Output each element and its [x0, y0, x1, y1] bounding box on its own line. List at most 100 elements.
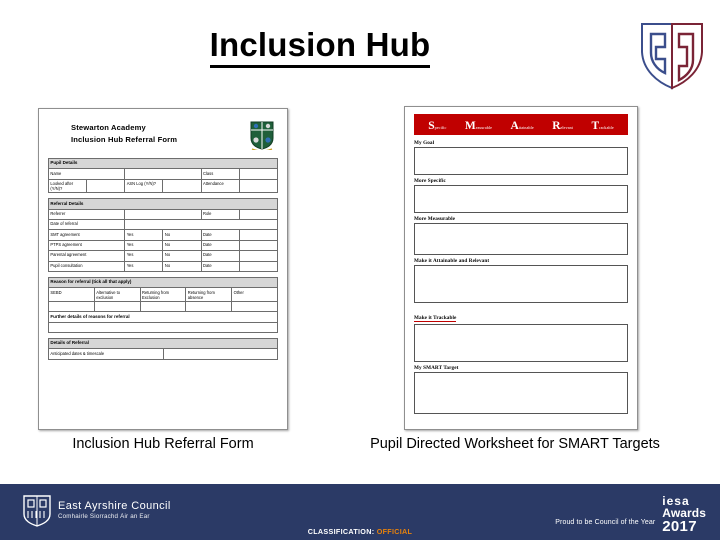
table-row: Date of referral	[47, 219, 278, 231]
field-attainable-relevant: Make it Attainable and Relevant	[414, 258, 628, 303]
east-ayrshire-council-logo: East Ayrshire Council Comhairle Siorrach…	[22, 494, 171, 527]
section-heading: Reason for referral (tick all that apply…	[48, 276, 278, 289]
field-input[interactable]	[414, 324, 628, 362]
cell-no[interactable]: No	[162, 229, 202, 241]
table-row	[48, 300, 278, 313]
east-ayrshire-shield-icon	[22, 494, 52, 527]
section-heading: Details of Referral	[48, 338, 278, 350]
table-row	[48, 321, 278, 334]
cell-input[interactable]	[238, 260, 279, 272]
cell-label: SMT agreement	[47, 229, 126, 241]
cell-no[interactable]: No	[162, 250, 202, 262]
tick-cell[interactable]	[185, 300, 233, 313]
smart-word-measurable: Measurable	[464, 119, 493, 132]
cell-no[interactable]: No	[162, 260, 202, 272]
table-row: PTPS agreement Yes No Date	[47, 239, 279, 252]
tick-cell[interactable]	[93, 300, 141, 313]
table-row: Looked after (Y/N)? ASN Log (Y/N)? Atten…	[47, 178, 279, 194]
caption-referral-form: Inclusion Hub Referral Form	[72, 436, 254, 452]
smart-word-relevant: Relevant	[552, 119, 574, 132]
cell-input[interactable]	[162, 178, 202, 194]
field-label: My Goal	[414, 140, 435, 146]
cell-yes[interactable]: Yes	[124, 239, 164, 252]
field-label: My SMART Target	[414, 365, 459, 371]
smart-worksheet-thumbnail[interactable]: Specific Measurable Attainable Relevant …	[404, 106, 638, 430]
subsection-heading: Further details of reasons for referral	[48, 311, 278, 323]
cell-input[interactable]	[238, 229, 279, 241]
field-label: More Specific	[414, 178, 446, 184]
cell-input[interactable]	[124, 219, 278, 231]
cell-label: PTPS agreement	[47, 239, 126, 252]
tick-cell[interactable]	[48, 300, 95, 313]
form-title: Inclusion Hub Referral Form	[71, 134, 178, 144]
referral-form-thumbnail[interactable]: Stewarton Academy Inclusion Hub Referral…	[38, 108, 288, 430]
cell-no[interactable]: No	[162, 239, 202, 252]
smart-word-trackable: Trackable	[591, 119, 614, 132]
tick-cell[interactable]	[139, 300, 187, 313]
classification-value: OFFICIAL	[376, 527, 413, 536]
cell-input[interactable]	[238, 178, 279, 194]
cell-input[interactable]	[162, 348, 278, 360]
cell-date-label: Date	[200, 250, 240, 262]
cell-date-label: Date	[200, 229, 240, 241]
stewarton-academy-crest-icon	[248, 120, 276, 152]
cell-label: Parental agreement	[47, 250, 126, 262]
column-header: Returning from absence	[185, 287, 233, 302]
cell-label: Anticipated dates & timescale	[48, 348, 164, 360]
referral-form-header: Stewarton Academy Inclusion Hub Referral…	[48, 118, 278, 158]
section-heading: Referral Details	[48, 198, 278, 210]
cell-yes[interactable]: Yes	[124, 260, 164, 272]
tick-cell[interactable]	[231, 300, 278, 313]
smart-word-attainable: Attainable	[510, 119, 534, 132]
cell-label: Role	[200, 208, 240, 221]
field-label: Make it Attainable and Relevant	[414, 258, 490, 264]
field-input[interactable]	[414, 223, 628, 255]
classification-label: CLASSIFICATION:	[307, 527, 375, 536]
table-row: Name Class	[47, 168, 279, 180]
slide-footer: East Ayrshire Council Comhairle Siorrach…	[0, 484, 720, 540]
field-more-measurable: More Measurable	[414, 216, 628, 255]
cell-input[interactable]	[124, 168, 202, 180]
cell-label: ASN Log (Y/N)?	[124, 178, 164, 194]
cell-label: Date of referral	[47, 219, 126, 231]
field-input[interactable]	[414, 185, 628, 213]
field-input[interactable]	[414, 265, 628, 303]
cell-input[interactable]	[238, 208, 279, 221]
referral-details-table: Referral Details Referrer Role Date of r…	[47, 198, 279, 272]
caption-smart-worksheet: Pupil Directed Worksheet for SMART Targe…	[370, 436, 660, 452]
field-more-specific: More Specific	[414, 178, 628, 213]
cell-yes[interactable]: Yes	[124, 229, 164, 241]
cell-input[interactable]	[238, 168, 279, 180]
table-header-row: SEBD Alternative to exclusion Returning …	[48, 287, 278, 302]
table-row: Referrer Role	[47, 208, 279, 221]
pupil-details-table: Pupil Details Name Class Looked after (Y…	[47, 157, 279, 194]
field-input[interactable]	[414, 372, 628, 414]
council-gaelic-name: Comhairle Siorrachd Àir an Ear	[58, 513, 150, 521]
field-input[interactable]	[414, 147, 628, 175]
field-my-smart-target: My SMART Target	[414, 365, 628, 414]
cell-date-label: Date	[200, 239, 240, 252]
details-of-referral-table: Details of Referral Anticipated dates & …	[48, 338, 278, 360]
council-name: East Ayrshire Council	[58, 500, 171, 513]
free-text-area[interactable]	[48, 321, 278, 334]
smart-word-specific: Specific	[428, 119, 447, 132]
cell-label: Name	[47, 168, 126, 180]
cell-label: Attendance	[200, 178, 240, 194]
column-header: Alternative to exclusion	[93, 287, 141, 302]
reason-for-referral-table: Reason for referral (tick all that apply…	[48, 276, 278, 334]
cell-input[interactable]	[238, 250, 279, 262]
cell-input[interactable]	[86, 178, 126, 194]
field-make-it-trackable: Make it Trackable	[414, 306, 628, 362]
page-title-text: Inclusion Hub	[209, 27, 431, 68]
field-my-goal: My Goal	[414, 140, 628, 175]
cell-label: Class	[200, 168, 240, 180]
table-row: SMT agreement Yes No Date	[47, 229, 279, 241]
table-row: Anticipated dates & timescale	[48, 348, 278, 360]
cell-input[interactable]	[238, 239, 279, 252]
field-label: Make it Trackable	[414, 315, 457, 322]
school-name: Stewarton Academy	[71, 123, 146, 132]
cell-yes[interactable]: Yes	[124, 250, 164, 262]
cell-label: Pupil consultation	[47, 260, 126, 272]
cell-input[interactable]	[124, 208, 202, 221]
classification-banner: CLASSIFICATION: OFFICIAL	[0, 527, 720, 536]
